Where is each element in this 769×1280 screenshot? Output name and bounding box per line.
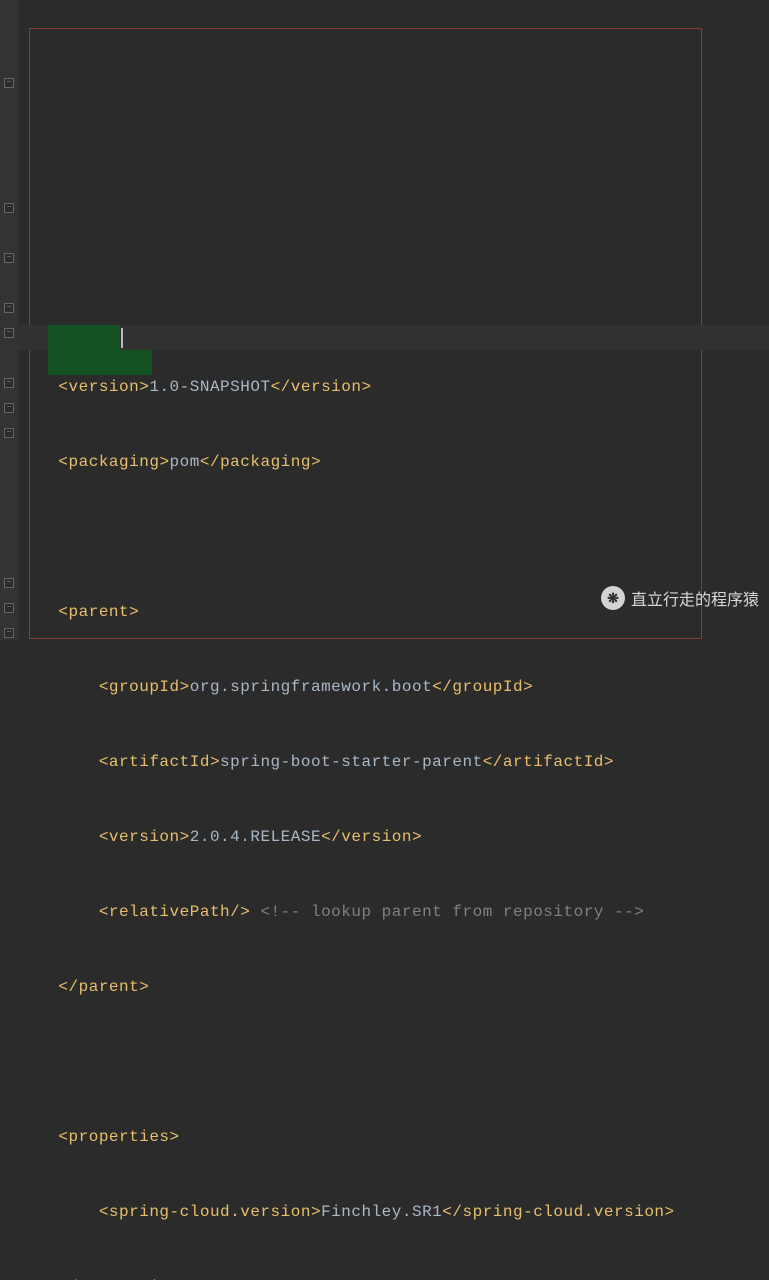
code-line: <groupId>org.springframework.boot</group…: [18, 675, 769, 700]
text-caret: [121, 328, 123, 348]
code-line: [18, 525, 769, 550]
code-line: <version>1.0-SNAPSHOT</version>: [18, 375, 769, 400]
fold-marker[interactable]: −: [4, 378, 14, 388]
fold-marker[interactable]: −: [4, 78, 14, 88]
code-line: </parent>: [18, 975, 769, 1000]
code-line: <properties>: [18, 1125, 769, 1150]
code-editor[interactable]: <version>1.0-SNAPSHOT</version> <packagi…: [18, 0, 769, 640]
fold-marker[interactable]: −: [4, 628, 14, 638]
fold-marker[interactable]: −: [4, 253, 14, 263]
gutter: − − − − − − − − − − −: [0, 0, 18, 640]
modules-close-highlight: [48, 350, 152, 375]
wechat-icon: ❋: [601, 586, 625, 610]
fold-marker[interactable]: −: [4, 578, 14, 588]
watermark-text: 直立行走的程序猿: [631, 586, 759, 610]
fold-marker[interactable]: −: [4, 403, 14, 413]
modules-open-highlight: [48, 325, 120, 350]
fold-marker[interactable]: −: [4, 303, 14, 313]
code-line: </properties>: [18, 1275, 769, 1280]
code-line: <artifactId>spring-boot-starter-parent</…: [18, 750, 769, 775]
code-line: <spring-cloud.version>Finchley.SR1</spri…: [18, 1200, 769, 1225]
fold-marker[interactable]: −: [4, 603, 14, 613]
watermark: ❋ 直立行走的程序猿: [601, 586, 759, 610]
fold-marker[interactable]: −: [4, 428, 14, 438]
code-line: <packaging>pom</packaging>: [18, 450, 769, 475]
current-line-highlight: [18, 325, 769, 350]
code-line: [18, 1050, 769, 1075]
fold-marker[interactable]: −: [4, 203, 14, 213]
code-line: <version>2.0.4.RELEASE</version>: [18, 825, 769, 850]
fold-marker[interactable]: −: [4, 328, 14, 338]
code-line: <relativePath/> <!-- lookup parent from …: [18, 900, 769, 925]
